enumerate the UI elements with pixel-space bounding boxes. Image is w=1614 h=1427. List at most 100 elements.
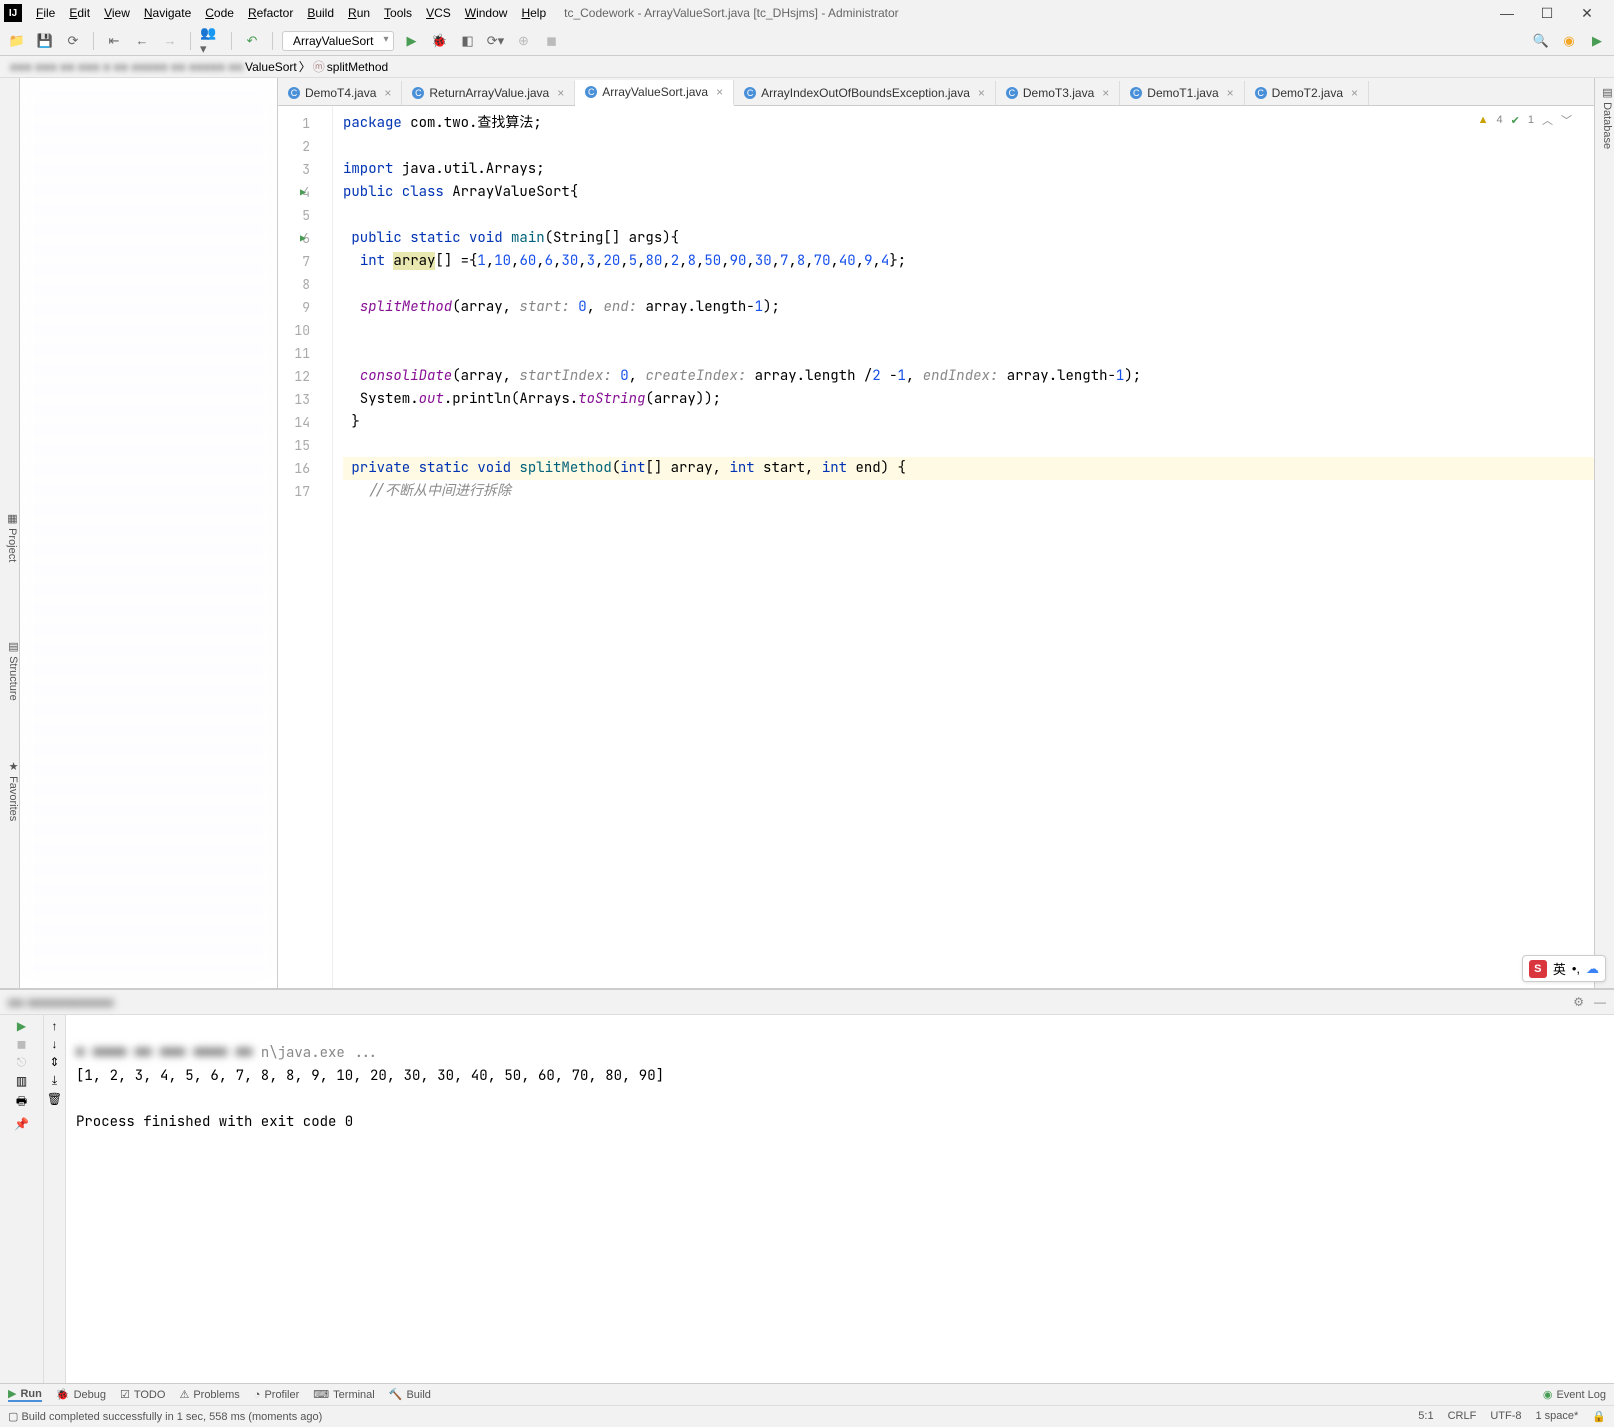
layout-icon[interactable]: ▥	[16, 1074, 27, 1088]
minimize-button[interactable]: —	[1494, 5, 1520, 22]
chevron-up-icon[interactable]: ︿	[1542, 112, 1553, 128]
coverage-icon[interactable]: ◧	[456, 30, 478, 52]
tab-arrayindexoutofboundsexception[interactable]: CArrayIndexOutOfBoundsException.java×	[734, 81, 996, 105]
run-left-toolbar-1: ▶ ◼ ⎋ ▥ 🖶 📌	[0, 1015, 44, 1383]
lock-icon[interactable]: 🔒	[1592, 1410, 1606, 1423]
close-tab-icon[interactable]: ×	[1351, 86, 1358, 100]
ok-icon: ✔	[1511, 114, 1520, 127]
open-icon[interactable]: 📁	[6, 30, 28, 52]
favorites-tool-tab[interactable]: ★ Favorites	[0, 760, 20, 821]
chevron-down-icon[interactable]: ﹀	[1561, 112, 1572, 128]
tab-demot3[interactable]: CDemoT3.java×	[996, 81, 1120, 105]
run-icon[interactable]: ▶	[400, 30, 422, 52]
run-console[interactable]: ■ ■■■■ ■■ ■■■ ■■■■ ■■ n\java.exe ... [1,…	[66, 1015, 1614, 1383]
tab-demot2[interactable]: CDemoT2.java×	[1245, 81, 1369, 105]
search-icon[interactable]: 🔍	[1530, 30, 1552, 52]
print-icon[interactable]: 🖶	[16, 1092, 27, 1113]
stop2-icon[interactable]: ◼	[17, 1037, 27, 1051]
menu-refactor[interactable]: Refactor	[242, 4, 299, 22]
scroll-icon[interactable]: ⤓	[52, 1073, 57, 1088]
close-tab-icon[interactable]: ×	[557, 86, 564, 100]
debug-icon[interactable]: 🐞	[428, 30, 450, 52]
menu-window[interactable]: Window	[459, 4, 514, 22]
editor-code[interactable]: package com.two.查找算法; import java.util.A…	[333, 106, 1594, 988]
run-header-blurred: ■■ ■■■■■■■■■■■	[8, 995, 114, 1010]
menu-file[interactable]: File	[30, 4, 61, 22]
menu-run[interactable]: Run	[342, 4, 376, 22]
menu-navigate[interactable]: Navigate	[138, 4, 197, 22]
back-icon[interactable]: ←	[131, 30, 153, 52]
nav-icon[interactable]: ⇤	[103, 30, 125, 52]
tab-demot4[interactable]: CDemoT4.java×	[278, 81, 402, 105]
menu-code[interactable]: Code	[199, 4, 240, 22]
bottom-tab-debug[interactable]: 🐞 Debug	[56, 1388, 106, 1401]
close-tab-icon[interactable]: ×	[1227, 86, 1234, 100]
menu-view[interactable]: View	[98, 4, 136, 22]
attach-icon[interactable]: ⊕	[512, 30, 534, 52]
project-tree-panel[interactable]	[20, 78, 278, 988]
status-51[interactable]: 5:1	[1418, 1410, 1433, 1423]
gutter-run-icon[interactable]: ▶	[300, 227, 306, 250]
menu-help[interactable]: Help	[515, 4, 552, 22]
class-icon: C	[412, 87, 424, 99]
exit2-icon[interactable]: ⎋	[17, 1055, 27, 1070]
bottom-tool-tabs: ▶ Run 🐞 Debug ☑ TODO ⚠ Problems ◔ Profiler ⌨ …	[0, 1383, 1614, 1405]
gutter-run-icon[interactable]: ▶	[300, 181, 306, 204]
close-tab-icon[interactable]: ×	[1102, 86, 1109, 100]
tab-returnarrayvalue[interactable]: CReturnArrayValue.java×	[402, 81, 575, 105]
save-icon[interactable]: 💾	[34, 30, 56, 52]
bottom-tab-problems[interactable]: ⚠ Problems	[179, 1388, 239, 1401]
status-1space[interactable]: 1 space*	[1535, 1410, 1578, 1423]
app-logo-icon: IJ	[4, 4, 22, 22]
menu-tools[interactable]: Tools	[378, 4, 418, 22]
bottom-tab-terminal[interactable]: ⌨ Terminal	[313, 1388, 374, 1401]
rerun-icon[interactable]: ▶	[17, 1019, 26, 1033]
menubar: FileEditViewNavigateCodeRefactorBuildRun…	[30, 4, 552, 22]
structure-tool-tab[interactable]: ▤ Structure	[0, 640, 20, 701]
event-log-button[interactable]: ◉ Event Log	[1543, 1388, 1606, 1401]
breadcrumb-class[interactable]: ValueSort	[245, 60, 297, 74]
breadcrumb-method[interactable]: splitMethod	[327, 60, 388, 74]
gear-icon[interactable]: ⚙	[1573, 995, 1584, 1009]
users-icon[interactable]: 👥▾	[200, 30, 222, 52]
menu-build[interactable]: Build	[301, 4, 340, 22]
close-tab-icon[interactable]: ×	[978, 86, 985, 100]
close-tab-icon[interactable]: ×	[716, 85, 723, 99]
undo-arrow-icon[interactable]: ↶	[241, 30, 263, 52]
project-tool-tab[interactable]: ▦ Project	[0, 78, 20, 988]
status-icon[interactable]: ▢	[8, 1410, 18, 1423]
close-tab-icon[interactable]: ×	[384, 86, 391, 100]
bottom-tab-build[interactable]: 🔨 Build	[389, 1388, 431, 1401]
menu-edit[interactable]: Edit	[63, 4, 96, 22]
hide-icon[interactable]: —	[1594, 995, 1606, 1009]
pin-icon[interactable]: 📌	[14, 1117, 29, 1131]
stop-icon[interactable]: ◼	[540, 30, 562, 52]
wrap-icon[interactable]: ⇕	[49, 1055, 59, 1069]
maximize-button[interactable]: ☐	[1534, 5, 1560, 22]
down-icon[interactable]: ↓	[52, 1037, 58, 1051]
run-config-selector[interactable]: ArrayValueSort	[282, 31, 394, 51]
forward-icon[interactable]: →	[159, 30, 181, 52]
profiler-icon[interactable]: ⟳▾	[484, 30, 506, 52]
database-tool-tab[interactable]: ▤ Database	[1594, 78, 1614, 988]
status-message: Build completed successfully in 1 sec, 5…	[21, 1411, 322, 1423]
tab-arrayvaluesort[interactable]: CArrayValueSort.java×	[575, 80, 734, 106]
class-icon: C	[585, 86, 597, 98]
menu-vcs[interactable]: VCS	[420, 4, 457, 22]
bottom-tab-run[interactable]: ▶ Run	[8, 1387, 42, 1402]
tab-demot1[interactable]: CDemoT1.java×	[1120, 81, 1244, 105]
status-crlf[interactable]: CRLF	[1448, 1410, 1477, 1423]
bottom-tab-todo[interactable]: ☑ TODO	[120, 1388, 165, 1401]
reload-icon[interactable]: ⟳	[62, 30, 84, 52]
status-utf8[interactable]: UTF-8	[1490, 1410, 1521, 1423]
run-anything-icon[interactable]: ▶	[1586, 30, 1608, 52]
bottom-tab-profiler[interactable]: ◔ Profiler	[254, 1389, 300, 1401]
inspection-widget[interactable]: ▲4 ✔1 ︿ ﹀	[1478, 112, 1572, 128]
clear-icon[interactable]: 🗑	[47, 1092, 62, 1106]
close-button[interactable]: ✕	[1574, 5, 1600, 22]
updates-icon[interactable]: ◉	[1558, 30, 1580, 52]
up-icon[interactable]: ↑	[52, 1019, 58, 1033]
sogou-icon: S	[1529, 960, 1547, 978]
ime-indicator[interactable]: S 英 •, ☁	[1522, 955, 1606, 982]
editor-tabs: CDemoT4.java×CReturnArrayValue.java×CArr…	[278, 78, 1594, 106]
